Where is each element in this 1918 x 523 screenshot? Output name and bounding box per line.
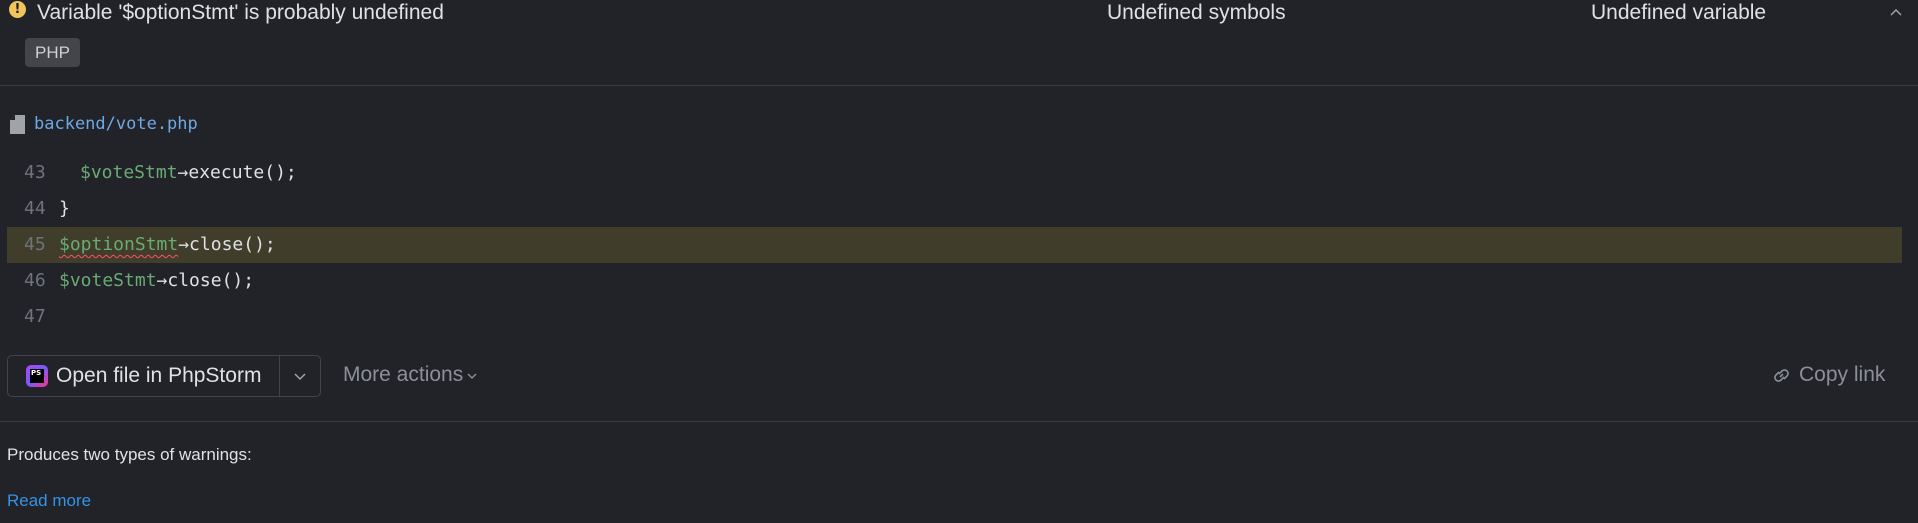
code-rest: →close();	[156, 270, 255, 291]
file-icon	[10, 115, 25, 134]
code-rest: →close();	[178, 234, 276, 255]
problem-category: Undefined symbols	[1107, 1, 1286, 24]
line-number: 46	[24, 270, 46, 291]
divider	[0, 421, 1918, 422]
line-number: 47	[24, 306, 46, 327]
undefined-variable: $optionStmt	[59, 234, 179, 255]
line-number: 43	[24, 162, 46, 183]
code-variable: $voteStmt	[59, 270, 157, 291]
inspection-name: Undefined variable	[1591, 1, 1767, 24]
code-line: 43 $voteStmt→execute();	[7, 155, 1902, 191]
code-line: 47	[7, 299, 1902, 335]
code-text: $optionStmt→close();	[59, 227, 276, 263]
code-line: 44 }	[7, 191, 1902, 227]
code-text: $voteStmt→execute();	[80, 155, 297, 191]
warning-icon: !	[9, 1, 26, 18]
open-options-dropdown-button[interactable]	[279, 356, 321, 396]
read-more-link[interactable]: Read more	[7, 489, 91, 513]
open-button-label: Open file in PhpStorm	[56, 364, 262, 387]
copy-link-button[interactable]: Copy link	[1771, 355, 1906, 395]
phpstorm-icon: PS	[26, 365, 48, 387]
link-icon	[1774, 369, 1789, 382]
code-rest: →execute();	[177, 162, 297, 183]
code-line-highlighted: 45 $optionStmt→close();	[7, 227, 1902, 263]
code-text: $voteStmt→close();	[59, 263, 254, 299]
chevron-down-icon	[294, 373, 306, 381]
chevron-down-icon	[467, 355, 477, 395]
code-variable: $voteStmt	[80, 162, 178, 183]
line-number: 45	[24, 234, 46, 255]
problem-header: ! Variable '$optionStmt' is probably und…	[0, 0, 1918, 86]
more-actions-label: More actions	[343, 363, 464, 386]
chevron-up-icon[interactable]	[1890, 6, 1902, 18]
more-actions-button[interactable]: More actions	[343, 355, 477, 395]
language-tag: PHP	[25, 38, 80, 67]
open-in-phpstorm-button[interactable]: PS Open file in PhpStorm	[8, 356, 279, 396]
problem-title: Variable '$optionStmt' is probably undef…	[37, 1, 444, 24]
copy-link-label: Copy link	[1799, 363, 1886, 386]
code-line: 46 $voteStmt→close();	[7, 263, 1902, 299]
code-snippet: 43 $voteStmt→execute(); 44 } 45 $optionS…	[7, 155, 1902, 335]
open-in-ide-group: PS Open file in PhpStorm	[7, 355, 321, 397]
file-path-link[interactable]: backend/vote.php	[34, 112, 198, 136]
line-number: 44	[24, 198, 46, 219]
inspection-description: Produces two types of warnings:	[7, 445, 252, 464]
code-text: }	[59, 198, 70, 219]
